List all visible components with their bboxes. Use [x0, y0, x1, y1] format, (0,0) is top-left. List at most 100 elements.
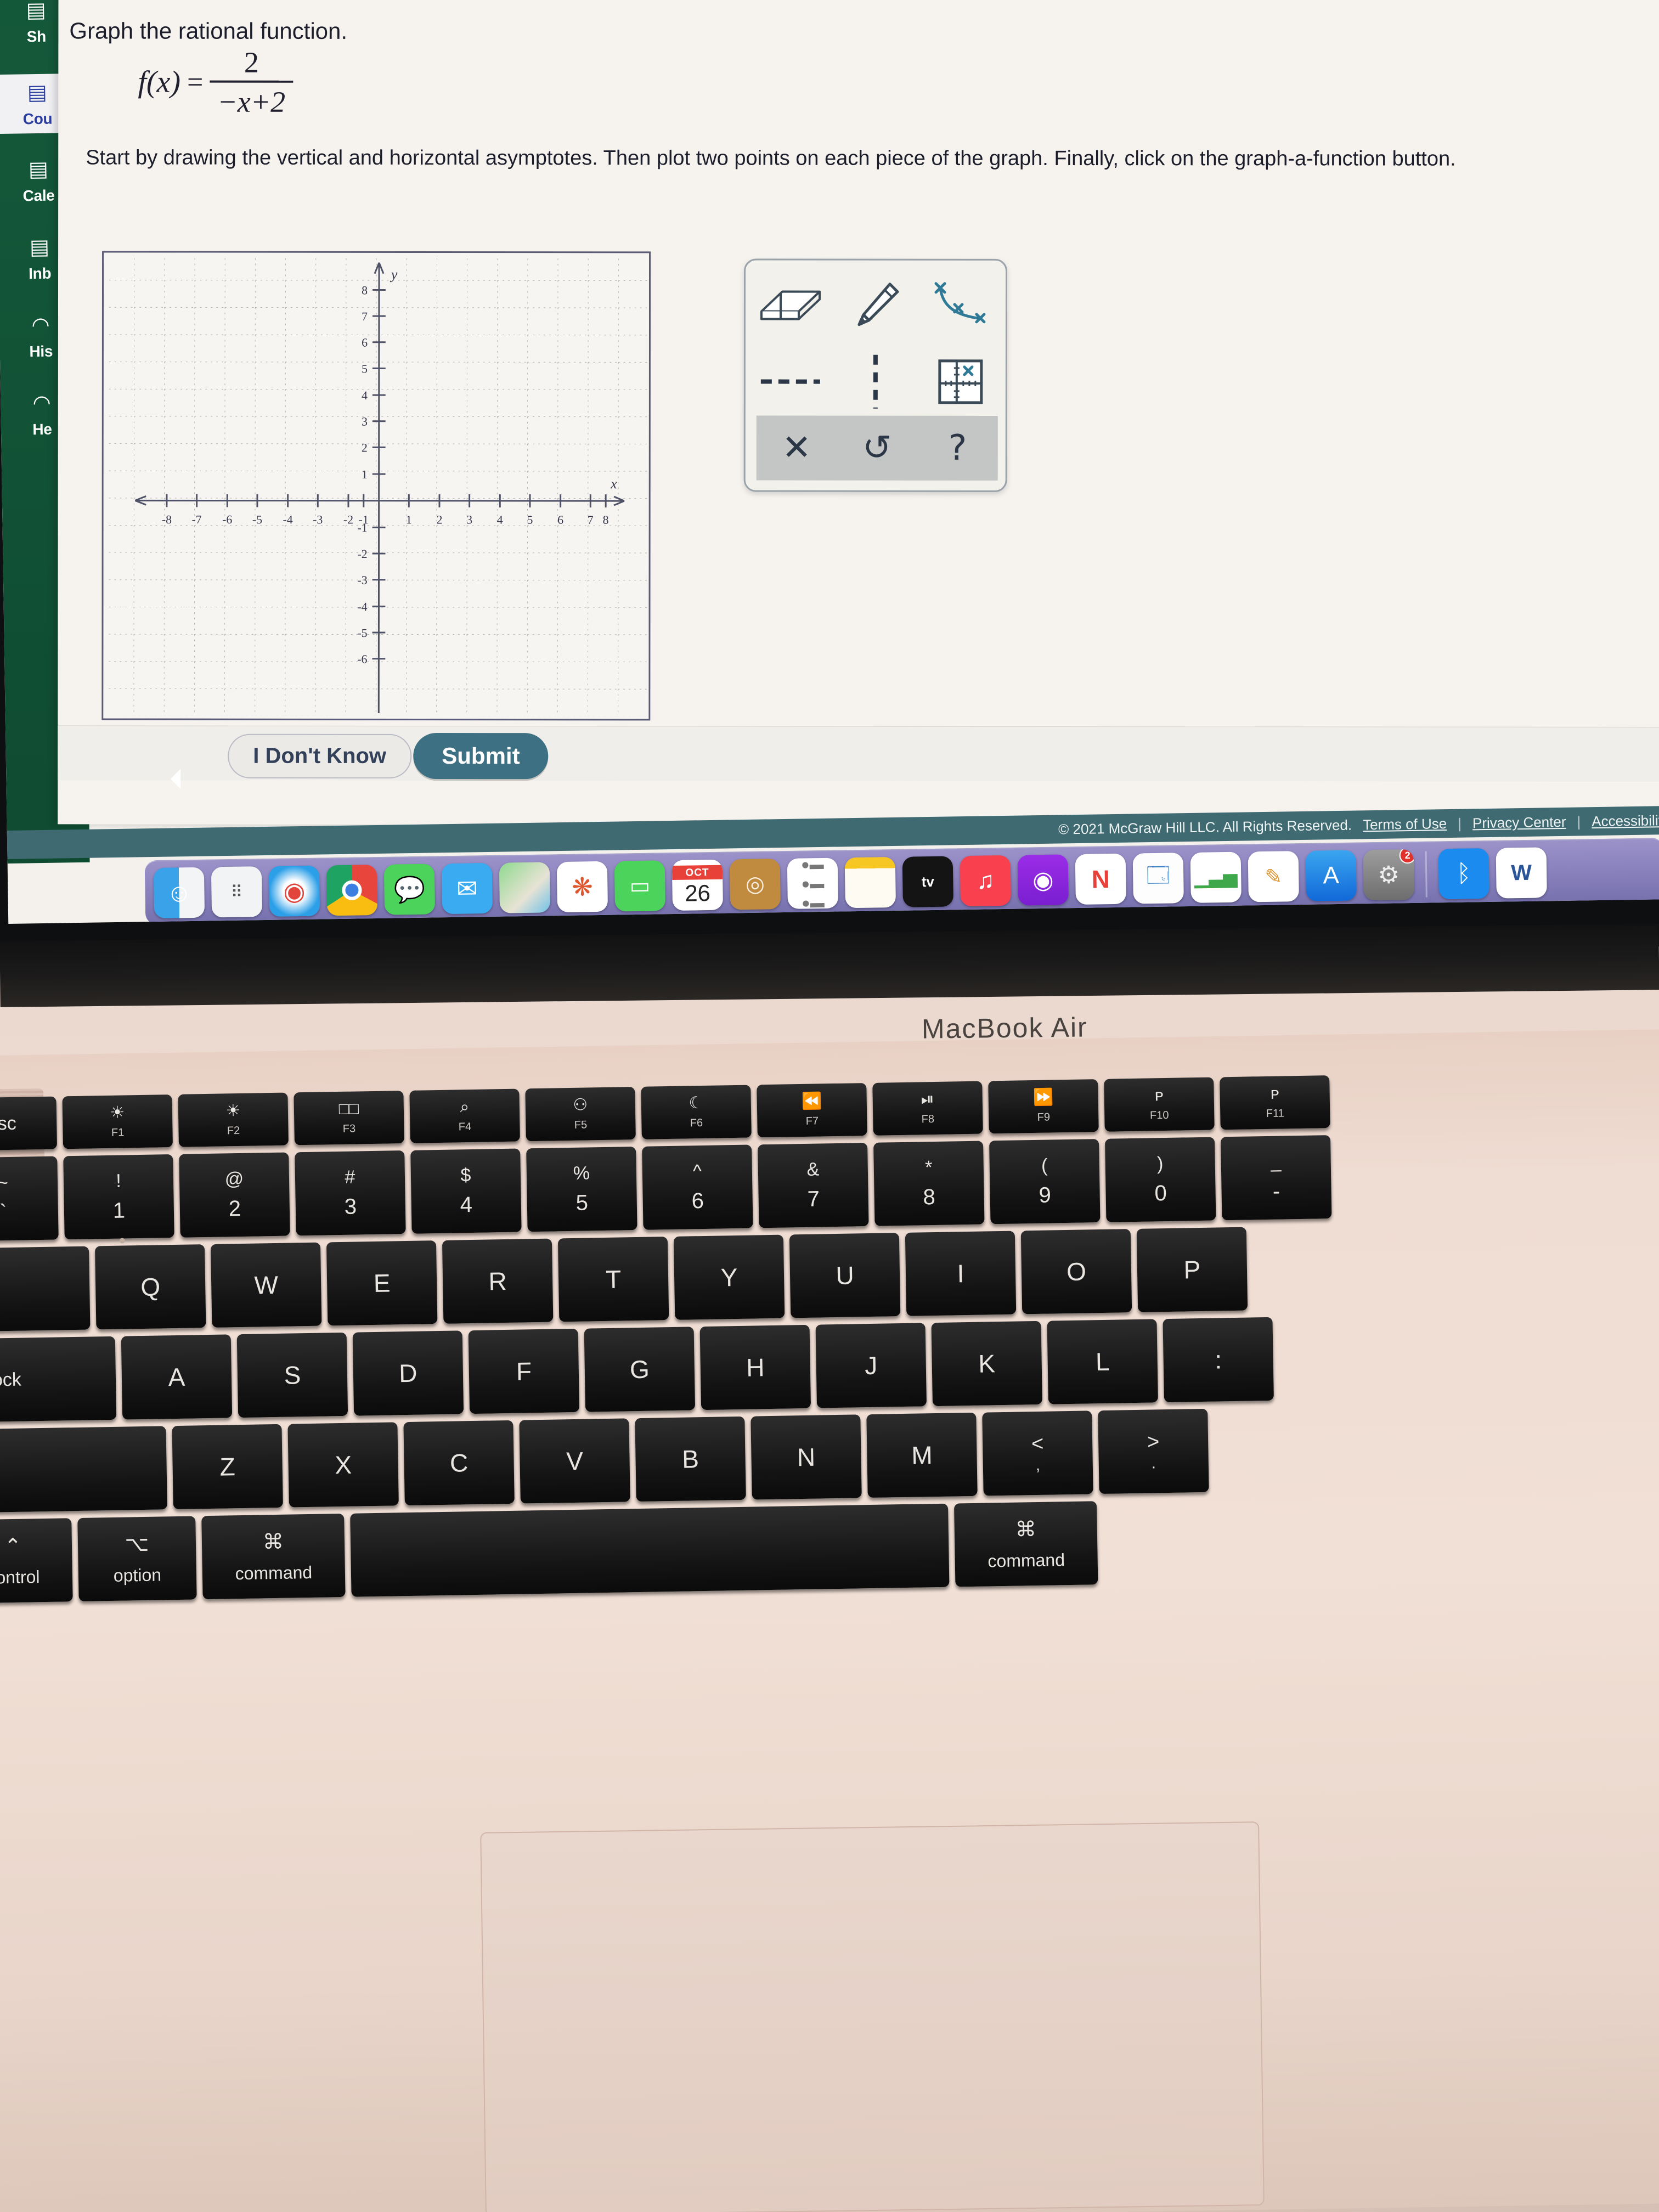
reminders-icon[interactable]: ●▬ ●▬ ●▬: [787, 857, 839, 909]
key-j[interactable]: J: [815, 1323, 927, 1408]
key-e[interactable]: E: [326, 1240, 438, 1326]
key-n[interactable]: N: [751, 1414, 862, 1500]
photos-icon[interactable]: ❋: [556, 861, 608, 913]
key-f7-rewind[interactable]: ⏪ F7: [757, 1083, 867, 1138]
key-5[interactable]: % 5: [526, 1147, 637, 1232]
tool-graph-a-function[interactable]: [918, 346, 1003, 417]
numbers-icon[interactable]: ▁▃▅: [1190, 851, 1242, 903]
collapse-panel-button[interactable]: ⏴: [170, 764, 183, 795]
key-9[interactable]: (9: [989, 1139, 1101, 1224]
key-6[interactable]: ^ 6: [642, 1144, 753, 1230]
key-f4-spotlight[interactable]: ⌕ F4: [409, 1088, 520, 1143]
key-f6-do-not-disturb[interactable]: ☾ F6: [641, 1085, 752, 1139]
facetime-icon[interactable]: ▭: [614, 860, 666, 912]
coordinate-plane[interactable]: -8 -7 -6 -5 -4 -3 -2 -1 123 456 78 876 543 21…: [103, 252, 650, 719]
safari-icon[interactable]: ◉: [268, 865, 320, 917]
clear-button[interactable]: ✕: [782, 428, 811, 469]
bluetooth-icon[interactable]: ᛒ: [1438, 848, 1489, 900]
mail-icon[interactable]: ✉: [441, 862, 493, 915]
tool-vertical-asymptote[interactable]: [833, 346, 918, 417]
key-backtick[interactable]: ~ `: [0, 1156, 59, 1242]
tool-plot-curve[interactable]: [918, 264, 1003, 346]
key-f8-play-pause[interactable]: ⏯ F8: [872, 1081, 983, 1136]
calendar-icon[interactable]: OCT 26: [672, 859, 724, 911]
key-esc[interactable]: esc: [0, 1096, 58, 1151]
key-f11-volume-down[interactable]: ᴘ F11: [1220, 1075, 1330, 1130]
news-icon[interactable]: N: [1075, 853, 1126, 905]
key-f[interactable]: F: [468, 1328, 580, 1414]
key-o[interactable]: O: [1020, 1229, 1132, 1314]
keynote-icon[interactable]: 🗔: [1132, 853, 1184, 904]
notes-icon[interactable]: [844, 856, 896, 909]
graphing-tool-palette[interactable]: ✕ ↺ ?: [743, 258, 1008, 492]
trackpad[interactable]: [480, 1821, 1265, 2212]
chrome-icon[interactable]: [326, 864, 378, 916]
tool-horizontal-asymptote[interactable]: [748, 346, 833, 417]
launchpad-icon[interactable]: ⠿: [211, 866, 263, 918]
key-f1-brightness-down[interactable]: ☀ F1: [62, 1094, 173, 1149]
key-u[interactable]: U: [789, 1233, 901, 1318]
appstore-icon[interactable]: A: [1305, 850, 1357, 901]
tool-eraser[interactable]: [748, 264, 833, 346]
key-v[interactable]: V: [519, 1418, 630, 1504]
key-f5-dictation[interactable]: ⚇ F5: [525, 1087, 636, 1142]
submit-button[interactable]: Submit: [413, 732, 549, 780]
key-x[interactable]: X: [287, 1422, 399, 1508]
key-space[interactable]: [350, 1503, 950, 1597]
finder-icon[interactable]: ☺: [153, 867, 205, 919]
key-comma[interactable]: <,: [982, 1410, 1093, 1496]
key-caps-lock[interactable]: ps lock: [0, 1336, 117, 1423]
key-f2-brightness-up[interactable]: ☀ F2: [178, 1092, 289, 1147]
key-m[interactable]: M: [866, 1412, 978, 1498]
key-b[interactable]: B: [635, 1416, 746, 1502]
key-d[interactable]: D: [352, 1330, 464, 1416]
key-y[interactable]: Y: [673, 1234, 785, 1320]
key-period[interactable]: >.: [1098, 1408, 1209, 1494]
key-3[interactable]: #3: [295, 1150, 406, 1236]
key-semicolon[interactable]: :: [1163, 1317, 1274, 1403]
key-q[interactable]: Q: [94, 1244, 206, 1330]
key-s[interactable]: S: [236, 1332, 348, 1418]
key-option[interactable]: ⌥ option: [77, 1516, 197, 1601]
undo-button[interactable]: ↺: [862, 428, 892, 469]
maps-icon[interactable]: [499, 862, 551, 913]
key-p[interactable]: P: [1136, 1227, 1248, 1312]
key-t[interactable]: T: [557, 1237, 669, 1322]
key-g[interactable]: G: [584, 1327, 696, 1412]
key-4[interactable]: $4: [410, 1148, 522, 1234]
key-h[interactable]: H: [699, 1324, 811, 1410]
tool-pencil[interactable]: [833, 264, 918, 346]
pages-icon[interactable]: ✎: [1248, 851, 1299, 902]
help-button[interactable]: ?: [948, 428, 967, 469]
key-i[interactable]: I: [905, 1231, 1017, 1316]
key-l[interactable]: L: [1047, 1319, 1158, 1404]
contacts-icon[interactable]: ◎: [729, 859, 781, 910]
music-icon[interactable]: ♫: [960, 855, 1011, 907]
key-f3-mission-control[interactable]: □□ F3: [294, 1091, 404, 1146]
messages-icon[interactable]: 💬: [383, 864, 436, 915]
key-r[interactable]: R: [442, 1238, 554, 1324]
key-k[interactable]: K: [931, 1321, 1043, 1407]
key-w[interactable]: W: [210, 1242, 322, 1328]
i-dont-know-button[interactable]: I Don't Know: [228, 733, 412, 778]
key-f9-fast-forward[interactable]: ⏩ F9: [988, 1079, 1099, 1134]
system-preferences-icon[interactable]: ⚙ 2: [1363, 849, 1414, 901]
key-a[interactable]: A: [121, 1334, 233, 1420]
terms-of-use-link[interactable]: Terms of Use: [1363, 815, 1447, 833]
privacy-center-link[interactable]: Privacy Center: [1472, 813, 1566, 832]
accessibility-link[interactable]: Accessibility: [1592, 812, 1659, 830]
word-icon[interactable]: W: [1496, 847, 1547, 899]
key-8[interactable]: * 8: [873, 1141, 985, 1226]
key-command-right[interactable]: ⌘ command: [953, 1501, 1098, 1587]
key-z[interactable]: Z: [172, 1424, 283, 1510]
key-shift-left[interactable]: [0, 1426, 167, 1513]
podcasts-icon[interactable]: ◉: [1017, 854, 1069, 906]
key-command-left[interactable]: ⌘ command: [201, 1513, 346, 1600]
key-2[interactable]: @2: [179, 1152, 290, 1238]
key-c[interactable]: C: [403, 1420, 515, 1506]
key-0[interactable]: ) 0: [1104, 1137, 1216, 1222]
key-7[interactable]: & 7: [758, 1143, 869, 1228]
key-f10-mute[interactable]: ᴘ F10: [1104, 1077, 1215, 1132]
key-minus[interactable]: _ -: [1220, 1135, 1332, 1221]
key-1[interactable]: ! 1: [63, 1154, 174, 1244]
